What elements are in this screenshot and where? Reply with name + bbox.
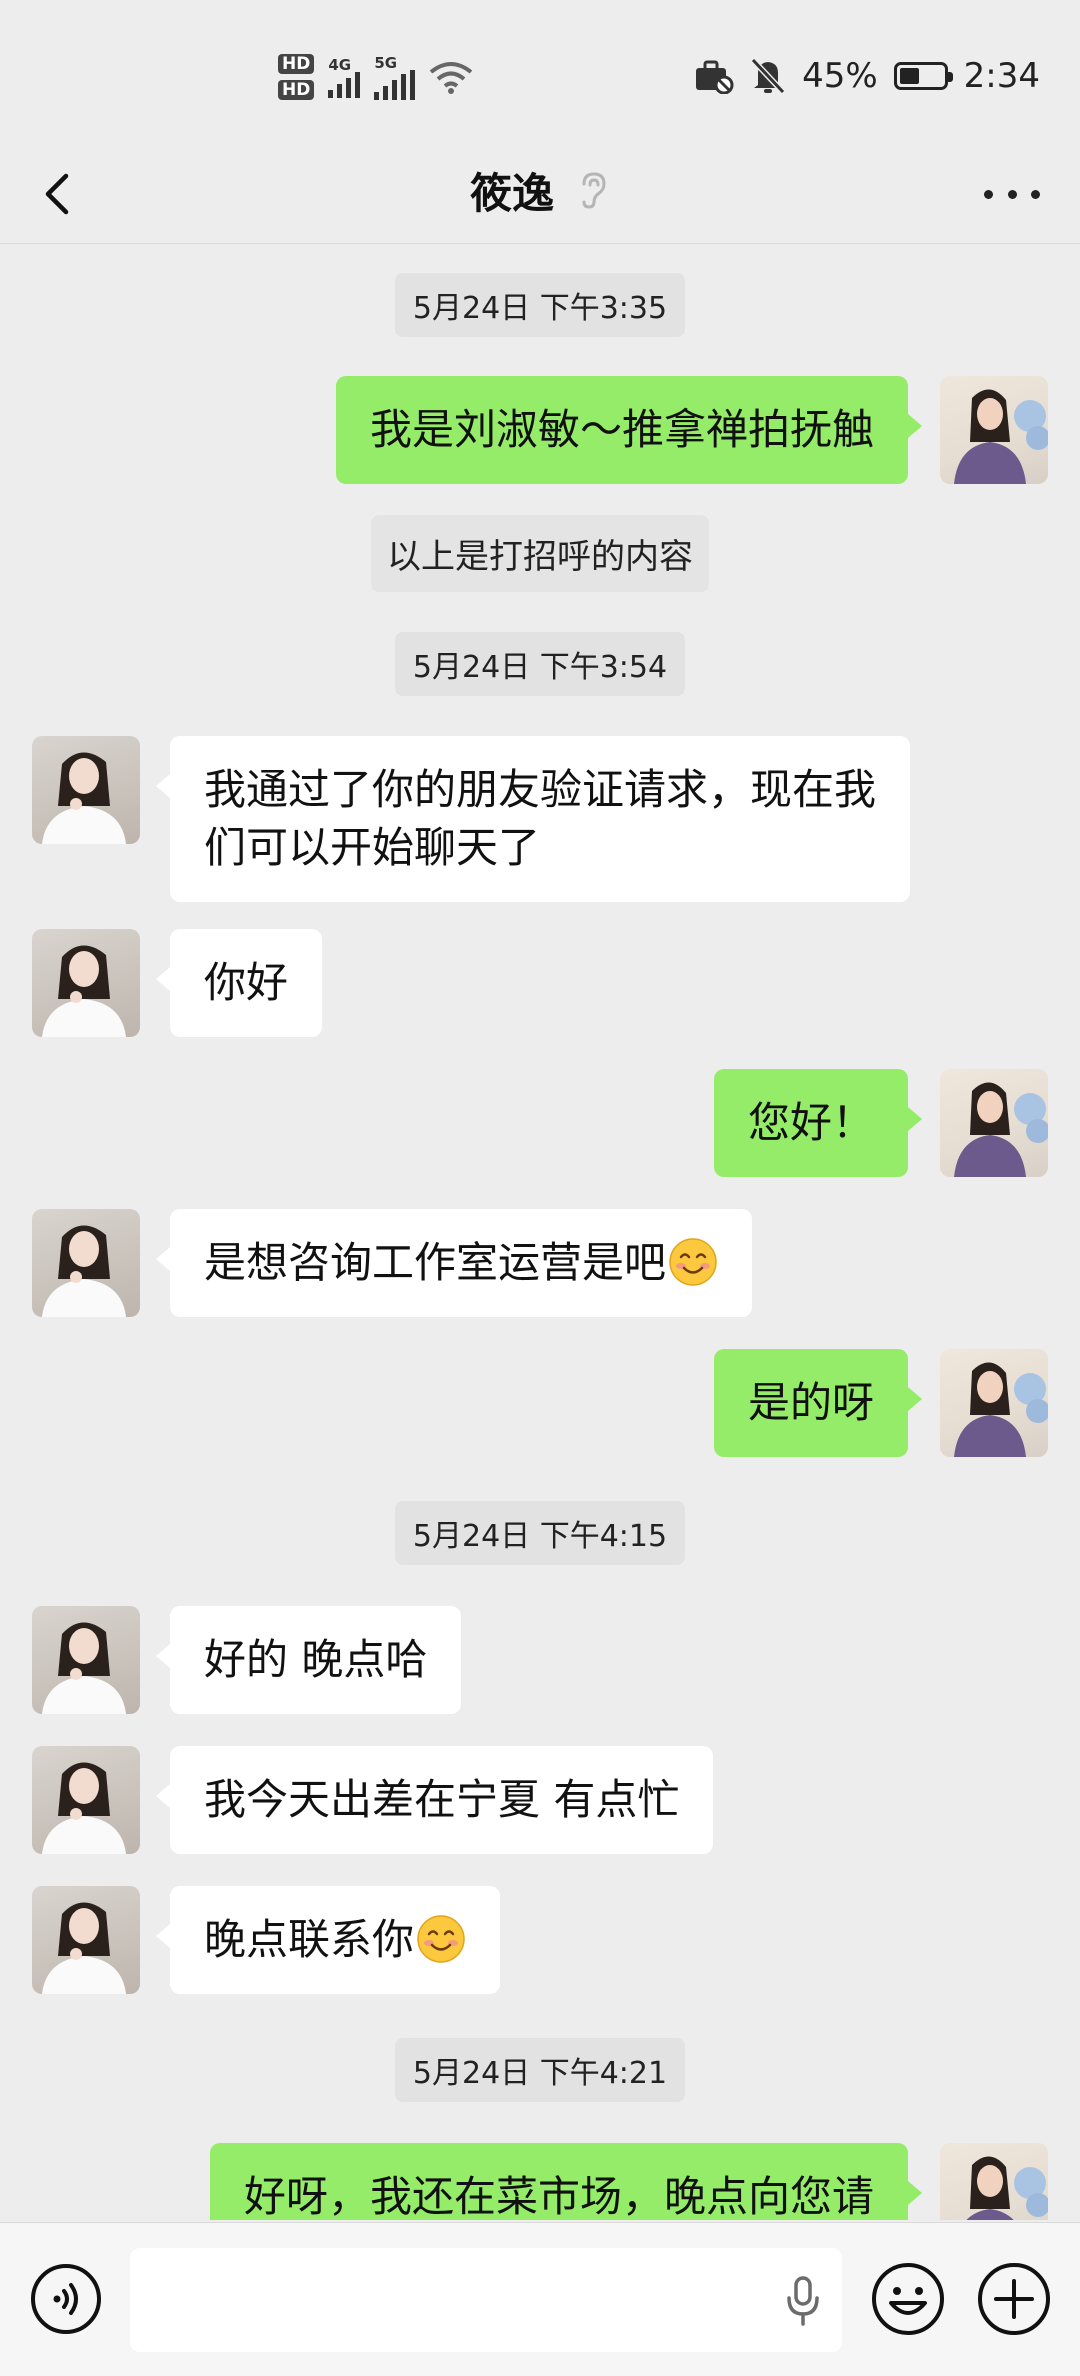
my-avatar[interactable] bbox=[940, 1069, 1048, 1177]
message-text: 我通过了你的朋友验证请求，现在我们可以开始聊天了 bbox=[204, 765, 877, 872]
avatar-image bbox=[42, 1902, 126, 1994]
message-text: 你好 bbox=[204, 958, 289, 1007]
network-type-1: 4G bbox=[328, 56, 352, 74]
message-bubble-incoming[interactable]: 好的 晚点哈 bbox=[155, 1606, 462, 1714]
message-text: 我今天出差在宁夏 有点忙 bbox=[204, 1775, 680, 1824]
contact-avatar[interactable] bbox=[32, 1209, 140, 1317]
microphone-icon[interactable] bbox=[786, 2276, 820, 2326]
system-notice: 以上是打招呼的内容 bbox=[0, 515, 1080, 592]
message-text: 是的呀 bbox=[747, 1378, 874, 1427]
hd-badges: HD HD bbox=[278, 54, 315, 100]
avatar-image bbox=[954, 1082, 1048, 1177]
signal-icon-1: 4G bbox=[328, 56, 361, 98]
timestamp: 5月24日 下午3:35 bbox=[0, 273, 1080, 337]
timestamp-label: 5月24日 下午4:21 bbox=[394, 2038, 686, 2102]
more-dots-icon[interactable] bbox=[984, 174, 1040, 214]
avatar-image bbox=[42, 752, 126, 844]
status-bar: HD HD 4G 5G 45% 2:34 bbox=[0, 0, 1080, 140]
signal-icon-2: 5G bbox=[374, 54, 416, 100]
message-input[interactable] bbox=[130, 2248, 842, 2352]
ear-icon bbox=[582, 172, 606, 209]
smile-emoji bbox=[669, 1238, 717, 1286]
status-right: 45% 2:34 bbox=[694, 48, 1040, 104]
my-avatar[interactable] bbox=[940, 1349, 1048, 1457]
message-bubble-incoming[interactable]: 晚点联系你 bbox=[155, 1886, 501, 1994]
contact-avatar[interactable] bbox=[32, 929, 140, 1037]
network-indicators: HD HD 4G 5G bbox=[278, 42, 473, 112]
message-bubble-incoming[interactable]: 你好 bbox=[155, 929, 323, 1037]
timestamp: 5月24日 下午4:21 bbox=[0, 2038, 1080, 2102]
my-avatar[interactable] bbox=[940, 2143, 1048, 2220]
message-bubble-outgoing[interactable]: 是的呀 bbox=[713, 1349, 923, 1457]
message-text: 是想咨询工作室运营是吧 bbox=[204, 1238, 667, 1287]
status-time: 2:34 bbox=[963, 56, 1040, 96]
briefcase-icon bbox=[696, 60, 734, 94]
avatar-image bbox=[954, 1362, 1048, 1457]
title-area: 筱逸 bbox=[0, 154, 1080, 226]
input-bar bbox=[0, 2222, 1080, 2376]
avatar-image bbox=[42, 1622, 126, 1714]
chat-screen: HD HD 4G 5G 45% 2:34 筱逸 5月24日 下午3:35 我是刘… bbox=[0, 0, 1080, 2376]
chat-header: 筱逸 bbox=[0, 140, 1080, 244]
system-notice-text: 以上是打招呼的内容 bbox=[371, 515, 709, 592]
battery-icon bbox=[893, 62, 953, 90]
message-bubble-incoming[interactable]: 我今天出差在宁夏 有点忙 bbox=[155, 1746, 714, 1854]
contact-avatar[interactable] bbox=[32, 1606, 140, 1714]
message-list[interactable]: 5月24日 下午3:35 我是刘淑敏～推拿禅拍抚触 以上是打招呼的内容 5月24… bbox=[0, 245, 1080, 2220]
message-text: 晚点联系你 bbox=[204, 1915, 415, 1964]
timestamp-label: 5月24日 下午4:15 bbox=[394, 1501, 686, 1565]
message-text: 我是刘淑敏～推拿禅拍抚触 bbox=[369, 405, 874, 454]
hd-badge-2: HD bbox=[278, 80, 315, 100]
message-bubble-incoming[interactable]: 我通过了你的朋友验证请求，现在我们可以开始聊天了 bbox=[156, 736, 910, 902]
message-bubble-outgoing[interactable]: 我是刘淑敏～推拿禅拍抚触 bbox=[335, 376, 923, 484]
timestamp: 5月24日 下午4:15 bbox=[0, 1501, 1080, 1565]
contact-name[interactable]: 筱逸 bbox=[470, 160, 554, 221]
message-text: 您好！ bbox=[747, 1098, 874, 1147]
avatar-image bbox=[42, 945, 126, 1037]
message-bubble-outgoing[interactable]: 好呀，我还在菜市场，晚点向您请 bbox=[209, 2143, 923, 2220]
voice-input-icon[interactable] bbox=[30, 2263, 102, 2335]
contact-avatar[interactable] bbox=[32, 736, 140, 844]
hd-badge-1: HD bbox=[278, 54, 315, 74]
battery-fill bbox=[899, 68, 919, 84]
battery-percent: 45% bbox=[802, 56, 878, 96]
contact-avatar[interactable] bbox=[32, 1746, 140, 1854]
my-avatar[interactable] bbox=[940, 376, 1048, 484]
timestamp-label: 5月24日 下午3:54 bbox=[394, 632, 686, 696]
emoji-icon[interactable] bbox=[870, 2261, 946, 2337]
avatar-image bbox=[42, 1762, 126, 1854]
timestamp-label: 5月24日 下午3:35 bbox=[394, 273, 686, 337]
avatar-image bbox=[42, 1225, 126, 1317]
network-type-2: 5G bbox=[374, 54, 398, 72]
wifi-icon bbox=[430, 62, 473, 94]
message-text: 好的 晚点哈 bbox=[204, 1635, 428, 1684]
message-bubble-incoming[interactable]: 是想咨询工作室运营是吧 bbox=[155, 1209, 753, 1317]
message-text: 好呀，我还在菜市场，晚点向您请 bbox=[243, 2172, 874, 2220]
mute-bell-icon bbox=[750, 57, 786, 95]
timestamp: 5月24日 下午3:54 bbox=[0, 632, 1080, 696]
message-bubble-outgoing[interactable]: 您好！ bbox=[713, 1069, 923, 1177]
contact-avatar[interactable] bbox=[32, 1886, 140, 1994]
avatar-image bbox=[954, 389, 1048, 484]
smile-emoji bbox=[417, 1915, 465, 1963]
avatar-image bbox=[966, 2156, 1048, 2220]
plus-icon[interactable] bbox=[976, 2261, 1052, 2337]
